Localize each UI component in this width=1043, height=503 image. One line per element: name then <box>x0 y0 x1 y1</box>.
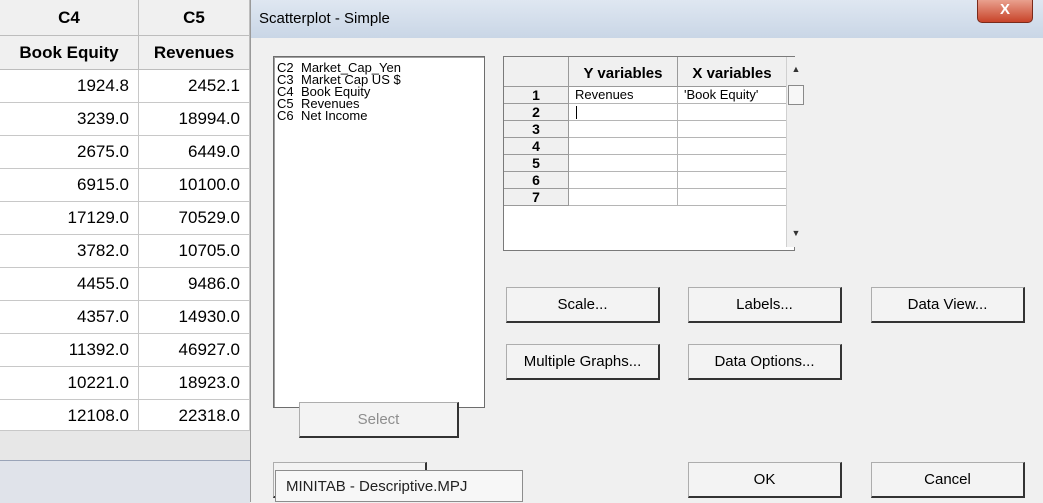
scale-button[interactable]: Scale... <box>506 287 660 323</box>
grid-row-number: 3 <box>504 121 569 138</box>
text-cursor <box>576 106 577 119</box>
revenues-cell[interactable]: 2452.1 <box>139 70 250 103</box>
worksheet-empty-row <box>0 430 250 461</box>
dialog-titlebar[interactable]: Scatterplot - Simple X <box>251 0 1043 38</box>
y-variable-cell[interactable] <box>569 138 678 155</box>
column-name-book-equity[interactable]: Book Equity <box>0 36 139 70</box>
ok-button[interactable]: OK <box>688 462 842 498</box>
revenues-cell[interactable]: 18994.0 <box>139 103 250 136</box>
scroll-up-icon[interactable]: ▲ <box>787 61 805 77</box>
book-equity-cell[interactable]: 4357.0 <box>0 301 139 334</box>
scroll-down-icon[interactable]: ▼ <box>787 225 805 241</box>
grid-row-number: 5 <box>504 155 569 172</box>
x-variable-cell[interactable] <box>678 138 787 155</box>
x-variables-header: X variables <box>678 57 787 87</box>
scroll-thumb[interactable] <box>788 85 804 105</box>
y-variable-cell[interactable]: Revenues <box>569 87 678 104</box>
y-variables-header: Y variables <box>569 57 678 87</box>
x-variable-cell[interactable] <box>678 104 787 121</box>
x-variable-cell[interactable] <box>678 155 787 172</box>
revenues-cell[interactable]: 46927.0 <box>139 334 250 367</box>
variables-grid[interactable]: Y variables X variables 1 Revenues 'Book E… <box>503 56 795 251</box>
book-equity-cell[interactable]: 17129.0 <box>0 202 139 235</box>
labels-button[interactable]: Labels... <box>688 287 842 323</box>
grid-row-number: 1 <box>504 87 569 104</box>
column-id-c5[interactable]: C5 <box>139 0 250 36</box>
book-equity-cell[interactable]: 1924.8 <box>0 70 139 103</box>
revenues-cell[interactable]: 70529.0 <box>139 202 250 235</box>
taskbar-strip <box>0 460 250 503</box>
book-equity-cell[interactable]: 11392.0 <box>0 334 139 367</box>
grid-row-number: 4 <box>504 138 569 155</box>
book-equity-cell[interactable]: 12108.0 <box>0 400 139 433</box>
worksheet: C4 C5 Book Equity Revenues 1924.8 2452.1 3… <box>0 0 250 503</box>
column-id-c4[interactable]: C4 <box>0 0 139 36</box>
revenues-cell[interactable]: 10705.0 <box>139 235 250 268</box>
revenues-cell[interactable]: 9486.0 <box>139 268 250 301</box>
x-variable-cell[interactable] <box>678 121 787 138</box>
y-variable-cell[interactable] <box>569 155 678 172</box>
close-icon[interactable]: X <box>977 0 1033 23</box>
y-variable-cell[interactable] <box>569 121 678 138</box>
revenues-cell[interactable]: 10100.0 <box>139 169 250 202</box>
revenues-cell[interactable]: 14930.0 <box>139 301 250 334</box>
variable-column-id: C6 <box>277 108 294 123</box>
revenues-cell[interactable]: 6449.0 <box>139 136 250 169</box>
grid-row-number: 6 <box>504 172 569 189</box>
x-variable-cell[interactable] <box>678 172 787 189</box>
book-equity-cell[interactable]: 4455.0 <box>0 268 139 301</box>
grid-corner <box>504 57 569 87</box>
grid-row-number: 2 <box>504 104 569 121</box>
revenues-cell[interactable]: 18923.0 <box>139 367 250 400</box>
variable-name: Net Income <box>301 108 368 123</box>
cancel-button[interactable]: Cancel <box>871 462 1025 498</box>
book-equity-cell[interactable]: 10221.0 <box>0 367 139 400</box>
column-name-revenues[interactable]: Revenues <box>139 36 250 70</box>
variable-list-item[interactable]: C6 Net Income <box>277 108 368 124</box>
revenues-cell[interactable]: 22318.0 <box>139 400 250 433</box>
dialog-title: Scatterplot - Simple <box>259 10 390 27</box>
x-variable-cell[interactable]: 'Book Equity' <box>678 87 787 104</box>
multiple-graphs-button[interactable]: Multiple Graphs... <box>506 344 660 380</box>
book-equity-cell[interactable]: 6915.0 <box>0 169 139 202</box>
taskbar-tooltip: MINITAB - Descriptive.MPJ <box>275 470 523 502</box>
select-button[interactable]: Select <box>299 402 459 438</box>
y-variable-cell[interactable] <box>569 189 678 206</box>
book-equity-cell[interactable]: 2675.0 <box>0 136 139 169</box>
x-variable-cell[interactable] <box>678 189 787 206</box>
y-variable-cell[interactable] <box>569 104 678 121</box>
book-equity-cell[interactable]: 3239.0 <box>0 103 139 136</box>
book-equity-cell[interactable]: 3782.0 <box>0 235 139 268</box>
y-variable-cell[interactable] <box>569 172 678 189</box>
variable-list[interactable]: C2 Market_Cap_Yen C3 Market Cap US $ C4 Book … <box>273 56 485 408</box>
data-view-button[interactable]: Data View... <box>871 287 1025 323</box>
grid-row-number: 7 <box>504 189 569 206</box>
scatterplot-dialog: Scatterplot - Simple X C2 Market_Cap_Yen C… <box>250 0 1043 502</box>
data-options-button[interactable]: Data Options... <box>688 344 842 380</box>
grid-scrollbar[interactable]: ▲ ▼ <box>786 57 805 247</box>
